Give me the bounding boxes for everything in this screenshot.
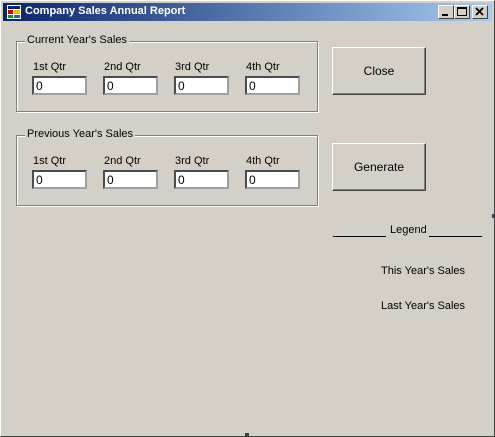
current-q3-input[interactable] [174,76,229,95]
previous-q2-input[interactable] [103,170,158,189]
close-button[interactable]: Close [332,47,426,95]
maximize-button[interactable] [454,5,470,19]
legend-this-year-label: This Year's Sales [381,265,466,277]
minimize-icon [442,14,448,16]
previous-q2-label: 2nd Qtr [104,155,141,167]
current-q4-label: 4th Qtr [246,61,280,73]
generate-button[interactable]: Generate [332,143,426,191]
close-window-button[interactable] [472,5,488,19]
app-icon[interactable] [7,5,21,19]
app-window: Company Sales Annual Report Current Year… [0,0,495,437]
current-q1-input[interactable] [32,76,87,95]
current-year-groupbox: Current Year's Sales 1st Qtr 2nd Qtr 3rd… [16,34,318,112]
title-bar[interactable]: Company Sales Annual Report [3,3,492,21]
maximize-icon [457,7,467,16]
current-q2-input[interactable] [103,76,158,95]
legend-last-year-label: Last Year's Sales [381,300,466,312]
legend-right-rule [429,236,482,237]
previous-q4-input[interactable] [245,170,300,189]
right-edge-handle[interactable] [492,214,494,218]
previous-q1-input[interactable] [32,170,87,189]
previous-q3-label: 3rd Qtr [175,155,210,167]
current-year-group-title: Current Year's Sales [25,34,129,46]
window-title: Company Sales Annual Report [25,5,186,17]
current-q4-input[interactable] [245,76,300,95]
previous-year-group-title: Previous Year's Sales [25,128,136,140]
previous-year-groupbox: Previous Year's Sales 1st Qtr 2nd Qtr 3r… [16,128,318,206]
close-icon [475,7,484,16]
current-q3-label: 3rd Qtr [175,61,210,73]
bottom-edge-handle[interactable] [245,433,249,436]
previous-q4-label: 4th Qtr [246,155,280,167]
legend-title: Legend [390,224,427,236]
previous-q1-label: 1st Qtr [33,155,67,167]
legend-left-rule [333,236,386,237]
minimize-button[interactable] [438,5,454,19]
previous-q3-input[interactable] [174,170,229,189]
current-q2-label: 2nd Qtr [104,61,141,73]
current-q1-label: 1st Qtr [33,61,67,73]
